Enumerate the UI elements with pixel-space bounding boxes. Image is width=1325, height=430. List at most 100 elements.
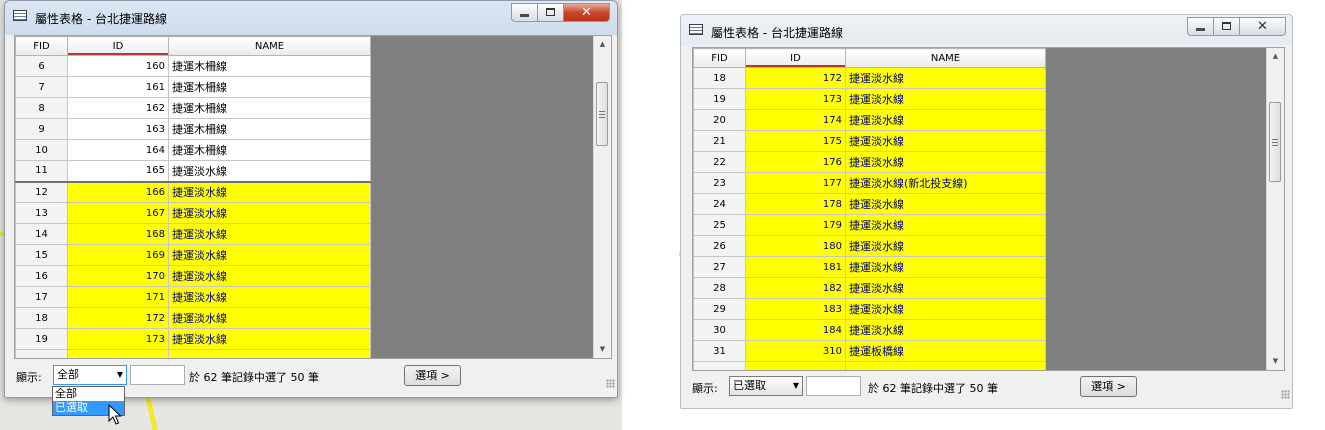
row-name-cell[interactable]: 捷運淡水線 [168,328,371,350]
row-id-cell[interactable]: 168 [67,223,169,245]
row-id-cell[interactable]: 183 [745,298,846,320]
row-id-cell[interactable]: 166 [67,180,169,203]
row-id-cell[interactable]: 179 [745,214,846,236]
row-name-cell[interactable]: 捷運木柵線 [168,139,371,161]
row-id-cell[interactable]: 172 [67,307,169,329]
table-row[interactable]: 29 183 捷運淡水線 [693,298,1046,320]
table-row[interactable]: 9 163 捷運木柵線 [15,118,371,140]
column-header-fid[interactable]: FID [15,36,68,56]
row-id-cell[interactable]: 162 [67,97,169,119]
table-row[interactable]: 10 164 捷運木柵線 [15,139,371,161]
row-fid-cell[interactable]: 13 [15,202,68,224]
scroll-down-arrow-icon[interactable]: ▼ [1267,353,1284,370]
table-row[interactable]: 25 179 捷運淡水線 [693,214,1046,236]
scroll-up-arrow-icon[interactable]: ▲ [594,36,611,53]
row-name-cell[interactable]: 捷運淡水線 [168,244,371,266]
column-header-fid[interactable]: FID [693,48,746,68]
record-number-input[interactable] [130,365,185,385]
row-fid-cell[interactable]: 23 [693,172,746,194]
row-id-cell[interactable]: 173 [67,328,169,350]
table-row[interactable]: 8 162 捷運木柵線 [15,97,371,119]
minimize-button[interactable] [511,3,538,22]
row-id-cell[interactable]: 165 [67,160,169,182]
row-id-cell[interactable]: 176 [745,151,846,173]
row-name-cell[interactable]: 捷運木柵線 [168,76,371,98]
table-row[interactable]: 17 171 捷運淡水線 [15,286,371,308]
row-name-cell[interactable]: 捷運淡水線 [168,202,371,224]
close-button[interactable]: ✕ [1240,17,1286,36]
row-fid-cell[interactable]: 10 [15,139,68,161]
column-header-name[interactable]: NAME [845,48,1046,68]
column-header-id[interactable]: ID [67,36,169,56]
row-name-cell[interactable]: 捷運淡水線(新北投支線) [845,172,1046,194]
row-fid-cell[interactable]: 27 [693,256,746,278]
row-fid-cell[interactable]: 17 [15,286,68,308]
options-button[interactable]: 選項 > [404,365,461,386]
row-name-cell[interactable]: 捷運淡水線 [845,319,1046,341]
row-name-cell[interactable]: 捷運淡水線 [845,277,1046,299]
row-fid-cell[interactable]: 11 [15,160,68,182]
row-id-cell[interactable]: 181 [745,256,846,278]
dropdown-option-all[interactable]: 全部 [53,387,124,401]
row-name-cell[interactable]: 捷運木柵線 [168,118,371,140]
row-name-cell[interactable]: 捷運淡水線 [168,180,371,203]
table-row[interactable]: 31 310 捷運板橋線 [693,340,1046,362]
vertical-scrollbar[interactable]: ▲ ▼ [1266,48,1284,370]
table-row[interactable]: 7 161 捷運木柵線 [15,76,371,98]
row-id-cell[interactable]: 177 [745,172,846,194]
row-fid-cell[interactable]: 15 [15,244,68,266]
table-row[interactable]: 24 178 捷運淡水線 [693,193,1046,215]
row-name-cell[interactable]: 捷運淡水線 [168,265,371,287]
options-button[interactable]: 選項 > [1080,376,1137,397]
row-fid-cell[interactable]: 8 [15,97,68,119]
row-id-cell[interactable]: 170 [67,265,169,287]
row-id-cell[interactable]: 178 [745,193,846,215]
row-fid-cell[interactable]: 29 [693,298,746,320]
table-row[interactable]: 28 182 捷運淡水線 [693,277,1046,299]
row-fid-cell[interactable]: 16 [15,265,68,287]
close-button[interactable]: ✕ [564,3,610,22]
table-row[interactable]: 26 180 捷運淡水線 [693,235,1046,257]
row-fid-cell[interactable]: 14 [15,223,68,245]
row-name-cell[interactable]: 捷運淡水線 [845,235,1046,257]
row-id-cell[interactable]: 171 [67,286,169,308]
row-name-cell[interactable]: 捷運淡水線 [168,286,371,308]
table-row[interactable]: 14 168 捷運淡水線 [15,223,371,245]
show-filter-select[interactable]: 已選取 ▼ [729,376,803,396]
row-name-cell[interactable]: 捷運木柵線 [168,97,371,119]
row-id-cell[interactable]: 173 [745,88,846,110]
row-fid-cell[interactable]: 31 [693,340,746,362]
row-name-cell[interactable]: 捷運淡水線 [845,130,1046,152]
table-row[interactable]: 20 174 捷運淡水線 [693,109,1046,131]
maximize-button[interactable] [538,3,564,22]
row-name-cell[interactable]: 捷運淡水線 [168,223,371,245]
row-name-cell[interactable]: 捷運淡水線 [845,193,1046,215]
row-fid-cell[interactable]: 12 [15,180,68,203]
table-row[interactable]: 19 173 捷運淡水線 [15,328,371,350]
table-row[interactable]: 30 184 捷運淡水線 [693,319,1046,341]
row-name-cell[interactable]: 捷運淡水線 [845,214,1046,236]
row-id-cell[interactable]: 167 [67,202,169,224]
row-name-cell[interactable]: 捷運淡水線 [168,160,371,182]
row-id-cell[interactable]: 169 [67,244,169,266]
row-id-cell[interactable]: 164 [67,139,169,161]
row-id-cell[interactable]: 310 [745,340,846,362]
scroll-thumb[interactable] [596,82,608,146]
row-fid-cell[interactable]: 21 [693,130,746,152]
row-fid-cell[interactable]: 19 [693,88,746,110]
row-name-cell[interactable]: 捷運淡水線 [845,67,1046,89]
table-row[interactable]: 15 169 捷運淡水線 [15,244,371,266]
row-fid-cell[interactable]: 18 [693,67,746,89]
table-row[interactable]: 18 172 捷運淡水線 [693,67,1046,89]
row-name-cell[interactable]: 捷運木柵線 [168,55,371,77]
row-id-cell[interactable]: 182 [745,277,846,299]
row-fid-cell[interactable]: 25 [693,214,746,236]
row-fid-cell[interactable]: 24 [693,193,746,215]
resize-grip-icon[interactable] [1281,390,1290,399]
row-fid-cell[interactable]: 18 [15,307,68,329]
row-name-cell[interactable]: 捷運板橋線 [845,340,1046,362]
resize-grip-icon[interactable] [606,379,615,388]
row-id-cell[interactable]: 174 [745,109,846,131]
table-row[interactable]: 27 181 捷運淡水線 [693,256,1046,278]
vertical-scrollbar[interactable]: ▲ ▼ [593,36,611,358]
